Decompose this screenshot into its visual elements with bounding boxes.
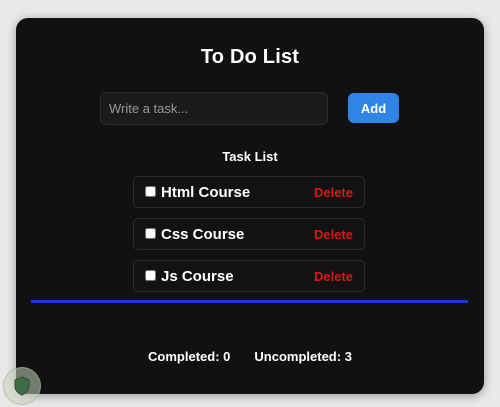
completed-count: 0 [223, 349, 231, 364]
delete-button[interactable]: Delete [314, 269, 353, 284]
task-list: Html Course Delete Css Course Delete Js … [133, 176, 365, 302]
task-label: Css Course [161, 226, 245, 243]
add-button[interactable]: Add [348, 93, 399, 123]
todo-card: To Do List Add Task List Html Course Del… [16, 18, 484, 394]
task-item: Html Course Delete [133, 176, 365, 208]
delete-button[interactable]: Delete [314, 185, 353, 200]
uncompleted-stat: Uncompleted: 3 [254, 349, 352, 364]
completed-label: Completed: [148, 349, 220, 364]
task-label: Html Course [161, 184, 251, 201]
delete-button[interactable]: Delete [314, 227, 353, 242]
page-title: To Do List [200, 46, 300, 68]
task-label: Js Course [161, 268, 234, 285]
task-list-title: Task List [222, 149, 278, 164]
completed-stat: Completed: 0 [148, 349, 230, 364]
task-checkbox[interactable] [145, 270, 156, 281]
uncompleted-count: 3 [344, 349, 352, 364]
shield-logo-icon [3, 367, 41, 405]
task-stats: Completed: 0 Uncompleted: 3 [16, 349, 484, 364]
task-checkbox[interactable] [145, 186, 156, 197]
task-checkbox[interactable] [145, 228, 156, 239]
task-item: Js Course Delete [133, 260, 365, 292]
task-item: Css Course Delete [133, 218, 365, 250]
uncompleted-label: Uncompleted: [254, 349, 342, 364]
task-input[interactable] [100, 92, 328, 125]
divider [31, 300, 468, 303]
